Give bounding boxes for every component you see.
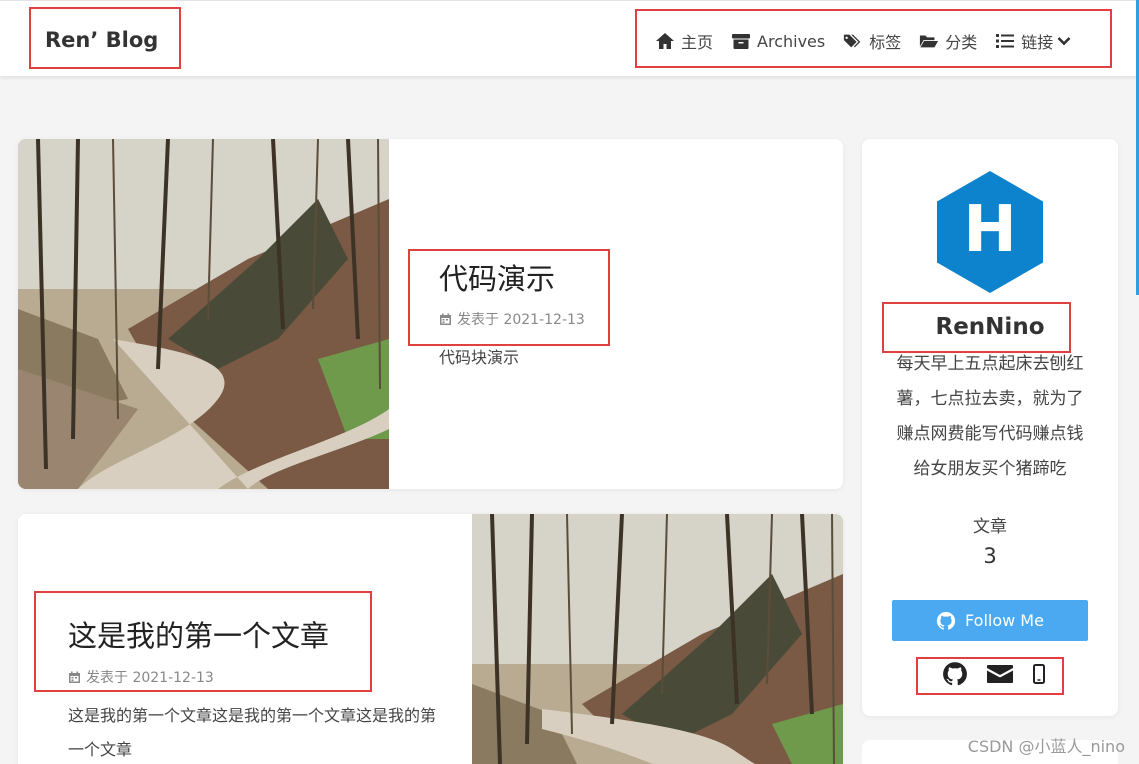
phone-link[interactable] bbox=[1032, 664, 1046, 684]
github-icon bbox=[942, 662, 967, 686]
nav-menu: 主页 Archives 标签 分类 链接 bbox=[655, 29, 1089, 53]
github-icon bbox=[936, 611, 956, 630]
post-thumbnail[interactable] bbox=[18, 139, 389, 489]
nav-item-tags[interactable]: 标签 bbox=[843, 29, 901, 53]
post-title[interactable]: 代码演示 bbox=[439, 256, 555, 298]
social-links bbox=[932, 659, 1056, 689]
folder-open-icon bbox=[920, 35, 939, 48]
home-icon bbox=[656, 33, 674, 49]
archive-icon bbox=[732, 34, 751, 49]
post-date: 发表于 2021-12-13 bbox=[439, 309, 585, 329]
list-icon bbox=[996, 34, 1015, 48]
post-thumbnail[interactable] bbox=[472, 514, 843, 764]
nav-item-home[interactable]: 主页 bbox=[655, 29, 713, 53]
email-link[interactable] bbox=[986, 663, 1013, 685]
nav-item-archives[interactable]: Archives bbox=[731, 32, 825, 51]
tags-icon bbox=[844, 34, 861, 48]
posts-count-value[interactable]: 3 bbox=[862, 544, 1118, 568]
chevron-down-icon bbox=[1057, 37, 1071, 46]
post-date: 发表于 2021-12-13 bbox=[68, 667, 214, 687]
follow-me-label: Follow Me bbox=[965, 611, 1044, 630]
site-brand[interactable]: Ren’ Blog bbox=[45, 28, 158, 52]
author-name: RenNino bbox=[935, 314, 1045, 340]
author-bio: 每天早上五点起床去刨红薯，七点拉去卖，就为了赚点网费能写代码赚点钱给女朋友买个猪… bbox=[896, 354, 1084, 479]
post-title[interactable]: 这是我的第一个文章 bbox=[68, 613, 329, 655]
post-card[interactable]: 代码演示 发表于 2021-12-13 代码块演示 bbox=[18, 139, 843, 489]
mobile-icon bbox=[1033, 664, 1046, 684]
post-card[interactable]: 这是我的第一个文章 发表于 2021-12-13 这是我的第一个文章这是我的第一… bbox=[18, 514, 843, 764]
post-excerpt: 这是我的第一个文章这是我的第一个文章这是我的第一个文章 bbox=[68, 706, 437, 759]
post-date-text: 发表于 2021-12-13 bbox=[457, 312, 585, 328]
logo-letter: H bbox=[963, 193, 1017, 267]
navbar: Ren’ Blog 主页 Archives 标签 分类 链接 bbox=[0, 0, 1139, 76]
nav-categories-label: 分类 bbox=[945, 33, 978, 52]
nav-item-categories[interactable]: 分类 bbox=[919, 29, 977, 53]
post-date-text: 发表于 2021-12-13 bbox=[86, 670, 214, 686]
nav-archives-label: Archives bbox=[757, 31, 826, 51]
nav-links-label: 链接 bbox=[1021, 33, 1054, 52]
post-excerpt: 代码块演示 bbox=[439, 348, 520, 367]
calendar-icon bbox=[440, 313, 451, 325]
nav-tags-label: 标签 bbox=[869, 33, 902, 52]
follow-me-button[interactable]: Follow Me bbox=[892, 600, 1088, 641]
nav-item-links[interactable]: 链接 bbox=[995, 29, 1071, 53]
author-card: H RenNino 每天早上五点起床去刨红薯，七点拉去卖，就为了赚点网费能写代码… bbox=[862, 139, 1118, 716]
github-link[interactable] bbox=[942, 661, 968, 687]
nav-home-label: 主页 bbox=[681, 33, 714, 52]
posts-count-label[interactable]: 文章 bbox=[862, 512, 1118, 537]
hexo-logo[interactable]: H bbox=[935, 170, 1045, 294]
envelope-icon bbox=[986, 665, 1013, 683]
calendar-icon bbox=[69, 671, 80, 683]
watermark: CSDN @小蓝人_nino bbox=[967, 737, 1125, 756]
